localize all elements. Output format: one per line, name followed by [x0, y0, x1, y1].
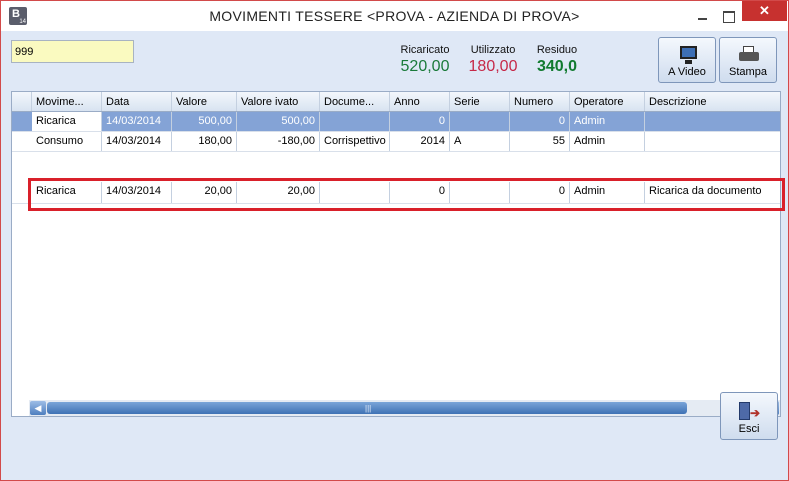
- printer-icon: [739, 46, 759, 62]
- header-valore[interactable]: Valore: [172, 92, 237, 111]
- cell-serie[interactable]: A: [450, 132, 510, 151]
- window-title: MOVIMENTI TESSERE <PROVA - AZIENDA DI PR…: [209, 8, 580, 24]
- scroll-thumb[interactable]: |||: [47, 402, 687, 414]
- header-operatore[interactable]: Operatore: [570, 92, 645, 111]
- ricaricato-value: 520,00: [400, 58, 450, 75]
- card-number-input[interactable]: [11, 40, 134, 63]
- horizontal-scrollbar[interactable]: ◀ ||| ▶: [29, 400, 780, 416]
- cell-anno[interactable]: 0: [390, 112, 450, 131]
- cell-movimento[interactable]: Ricarica: [32, 112, 102, 131]
- monitor-icon: [680, 46, 697, 64]
- cell-descrizione[interactable]: [645, 132, 780, 151]
- summary-residuo: Residuo 340,0: [529, 44, 585, 76]
- cell-numero[interactable]: 0: [510, 112, 570, 131]
- a-video-button[interactable]: A Video: [658, 37, 716, 83]
- cell-valore-ivato[interactable]: -180,00: [237, 132, 320, 151]
- utilizzato-label: Utilizzato: [470, 44, 516, 56]
- header-numero[interactable]: Numero: [510, 92, 570, 111]
- esci-button[interactable]: ➔ Esci: [720, 392, 778, 440]
- table-row[interactable]: Consumo 14/03/2014 180,00 -180,00 Corris…: [12, 132, 780, 152]
- header-valore-ivato[interactable]: Valore ivato: [237, 92, 320, 111]
- scroll-grip-icon: |||: [365, 404, 372, 413]
- cell-movimento[interactable]: Consumo: [32, 132, 102, 151]
- utilizzato-value: 180,00: [468, 58, 518, 75]
- summary-ricaricato: Ricaricato 520,00: [393, 44, 457, 76]
- stampa-button[interactable]: Stampa: [719, 37, 777, 83]
- movements-grid: Movime... Data Valore Valore ivato Docum…: [11, 91, 785, 417]
- highlight-box: [28, 178, 785, 211]
- scroll-left-button[interactable]: ◀: [30, 401, 46, 415]
- esci-label: Esci: [738, 423, 760, 435]
- cell-data[interactable]: 14/03/2014: [102, 112, 172, 131]
- ricaricato-label: Ricaricato: [400, 44, 450, 56]
- grid-header: Movime... Data Valore Valore ivato Docum…: [12, 92, 780, 112]
- cell-serie[interactable]: [450, 112, 510, 131]
- cell-valore[interactable]: 180,00: [172, 132, 237, 151]
- header-anno[interactable]: Anno: [390, 92, 450, 111]
- stampa-label: Stampa: [729, 66, 767, 78]
- exit-door-icon: ➔: [739, 402, 761, 420]
- summary-utilizzato: Utilizzato 180,00: [461, 44, 525, 76]
- header-serie[interactable]: Serie: [450, 92, 510, 111]
- cell-documento[interactable]: Corrispettivo: [320, 132, 390, 151]
- cell-data[interactable]: 14/03/2014: [102, 132, 172, 151]
- a-video-label: A Video: [668, 66, 706, 78]
- cell-operatore[interactable]: Admin: [570, 132, 645, 151]
- header-documento[interactable]: Docume...: [320, 92, 390, 111]
- cell-anno[interactable]: 2014: [390, 132, 450, 151]
- cell-valore[interactable]: 500,00: [172, 112, 237, 131]
- header-data[interactable]: Data: [102, 92, 172, 111]
- title-bar: B 14 MOVIMENTI TESSERE <PROVA - AZIENDA …: [1, 1, 788, 31]
- main-window: B 14 MOVIMENTI TESSERE <PROVA - AZIENDA …: [0, 0, 789, 481]
- header-descrizione[interactable]: Descrizione: [645, 92, 780, 111]
- residuo-label: Residuo: [536, 44, 578, 56]
- minimize-button[interactable]: [689, 7, 715, 25]
- cell-valore-ivato[interactable]: 500,00: [237, 112, 320, 131]
- header-movimento[interactable]: Movime...: [32, 92, 102, 111]
- maximize-button[interactable]: [715, 7, 741, 25]
- cell-numero[interactable]: 55: [510, 132, 570, 151]
- content-area: Ricaricato 520,00 Utilizzato 180,00 Resi…: [1, 31, 788, 480]
- header-indicator: [12, 92, 32, 111]
- cell-operatore[interactable]: Admin: [570, 112, 645, 131]
- cell-documento[interactable]: [320, 112, 390, 131]
- table-row[interactable]: Ricarica 14/03/2014 500,00 500,00 0 0 Ad…: [12, 112, 780, 132]
- cell-descrizione[interactable]: [645, 112, 780, 131]
- close-button[interactable]: ✕: [742, 1, 787, 21]
- residuo-value: 340,0: [536, 58, 578, 75]
